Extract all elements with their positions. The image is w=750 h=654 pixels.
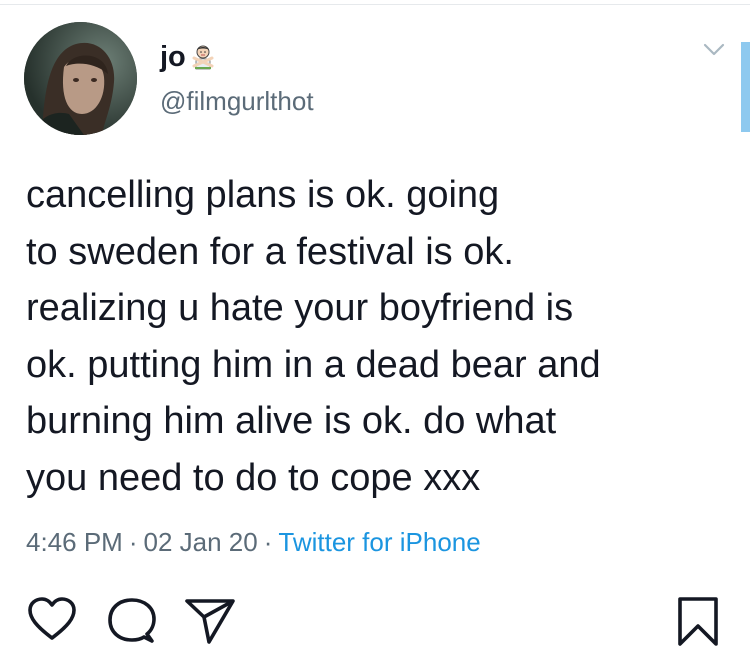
avatar-photo bbox=[24, 22, 137, 135]
tweet-date: 02 Jan 20 bbox=[143, 527, 258, 557]
meta-separator: · bbox=[128, 527, 138, 557]
tweet-card: jo @filmgurlthot cancelling plans is ok.… bbox=[0, 0, 740, 580]
bookmark-icon[interactable] bbox=[676, 596, 720, 653]
share-icon[interactable] bbox=[183, 596, 237, 651]
user-handle[interactable]: @filmgurlthot bbox=[160, 87, 314, 116]
post-action-bar bbox=[0, 596, 750, 648]
tweet-text: cancelling plans is ok. going to sweden … bbox=[26, 174, 601, 499]
display-name[interactable]: jo bbox=[160, 42, 186, 72]
scroll-indicator bbox=[741, 42, 750, 132]
chevron-down-icon[interactable] bbox=[703, 42, 725, 58]
heart-icon[interactable] bbox=[26, 596, 78, 649]
avatar[interactable] bbox=[24, 22, 137, 135]
author-name-row: jo bbox=[160, 37, 216, 77]
tweet-time: 4:46 PM bbox=[26, 527, 123, 557]
comment-icon[interactable] bbox=[106, 596, 158, 651]
tweet-meta: 4:46 PM · 02 Jan 20 · Twitter for iPhone bbox=[26, 527, 481, 558]
person-gesturing-no-emoji-icon bbox=[190, 44, 216, 70]
meta-separator: · bbox=[263, 527, 273, 557]
tweet-source-link[interactable]: Twitter for iPhone bbox=[278, 527, 480, 557]
